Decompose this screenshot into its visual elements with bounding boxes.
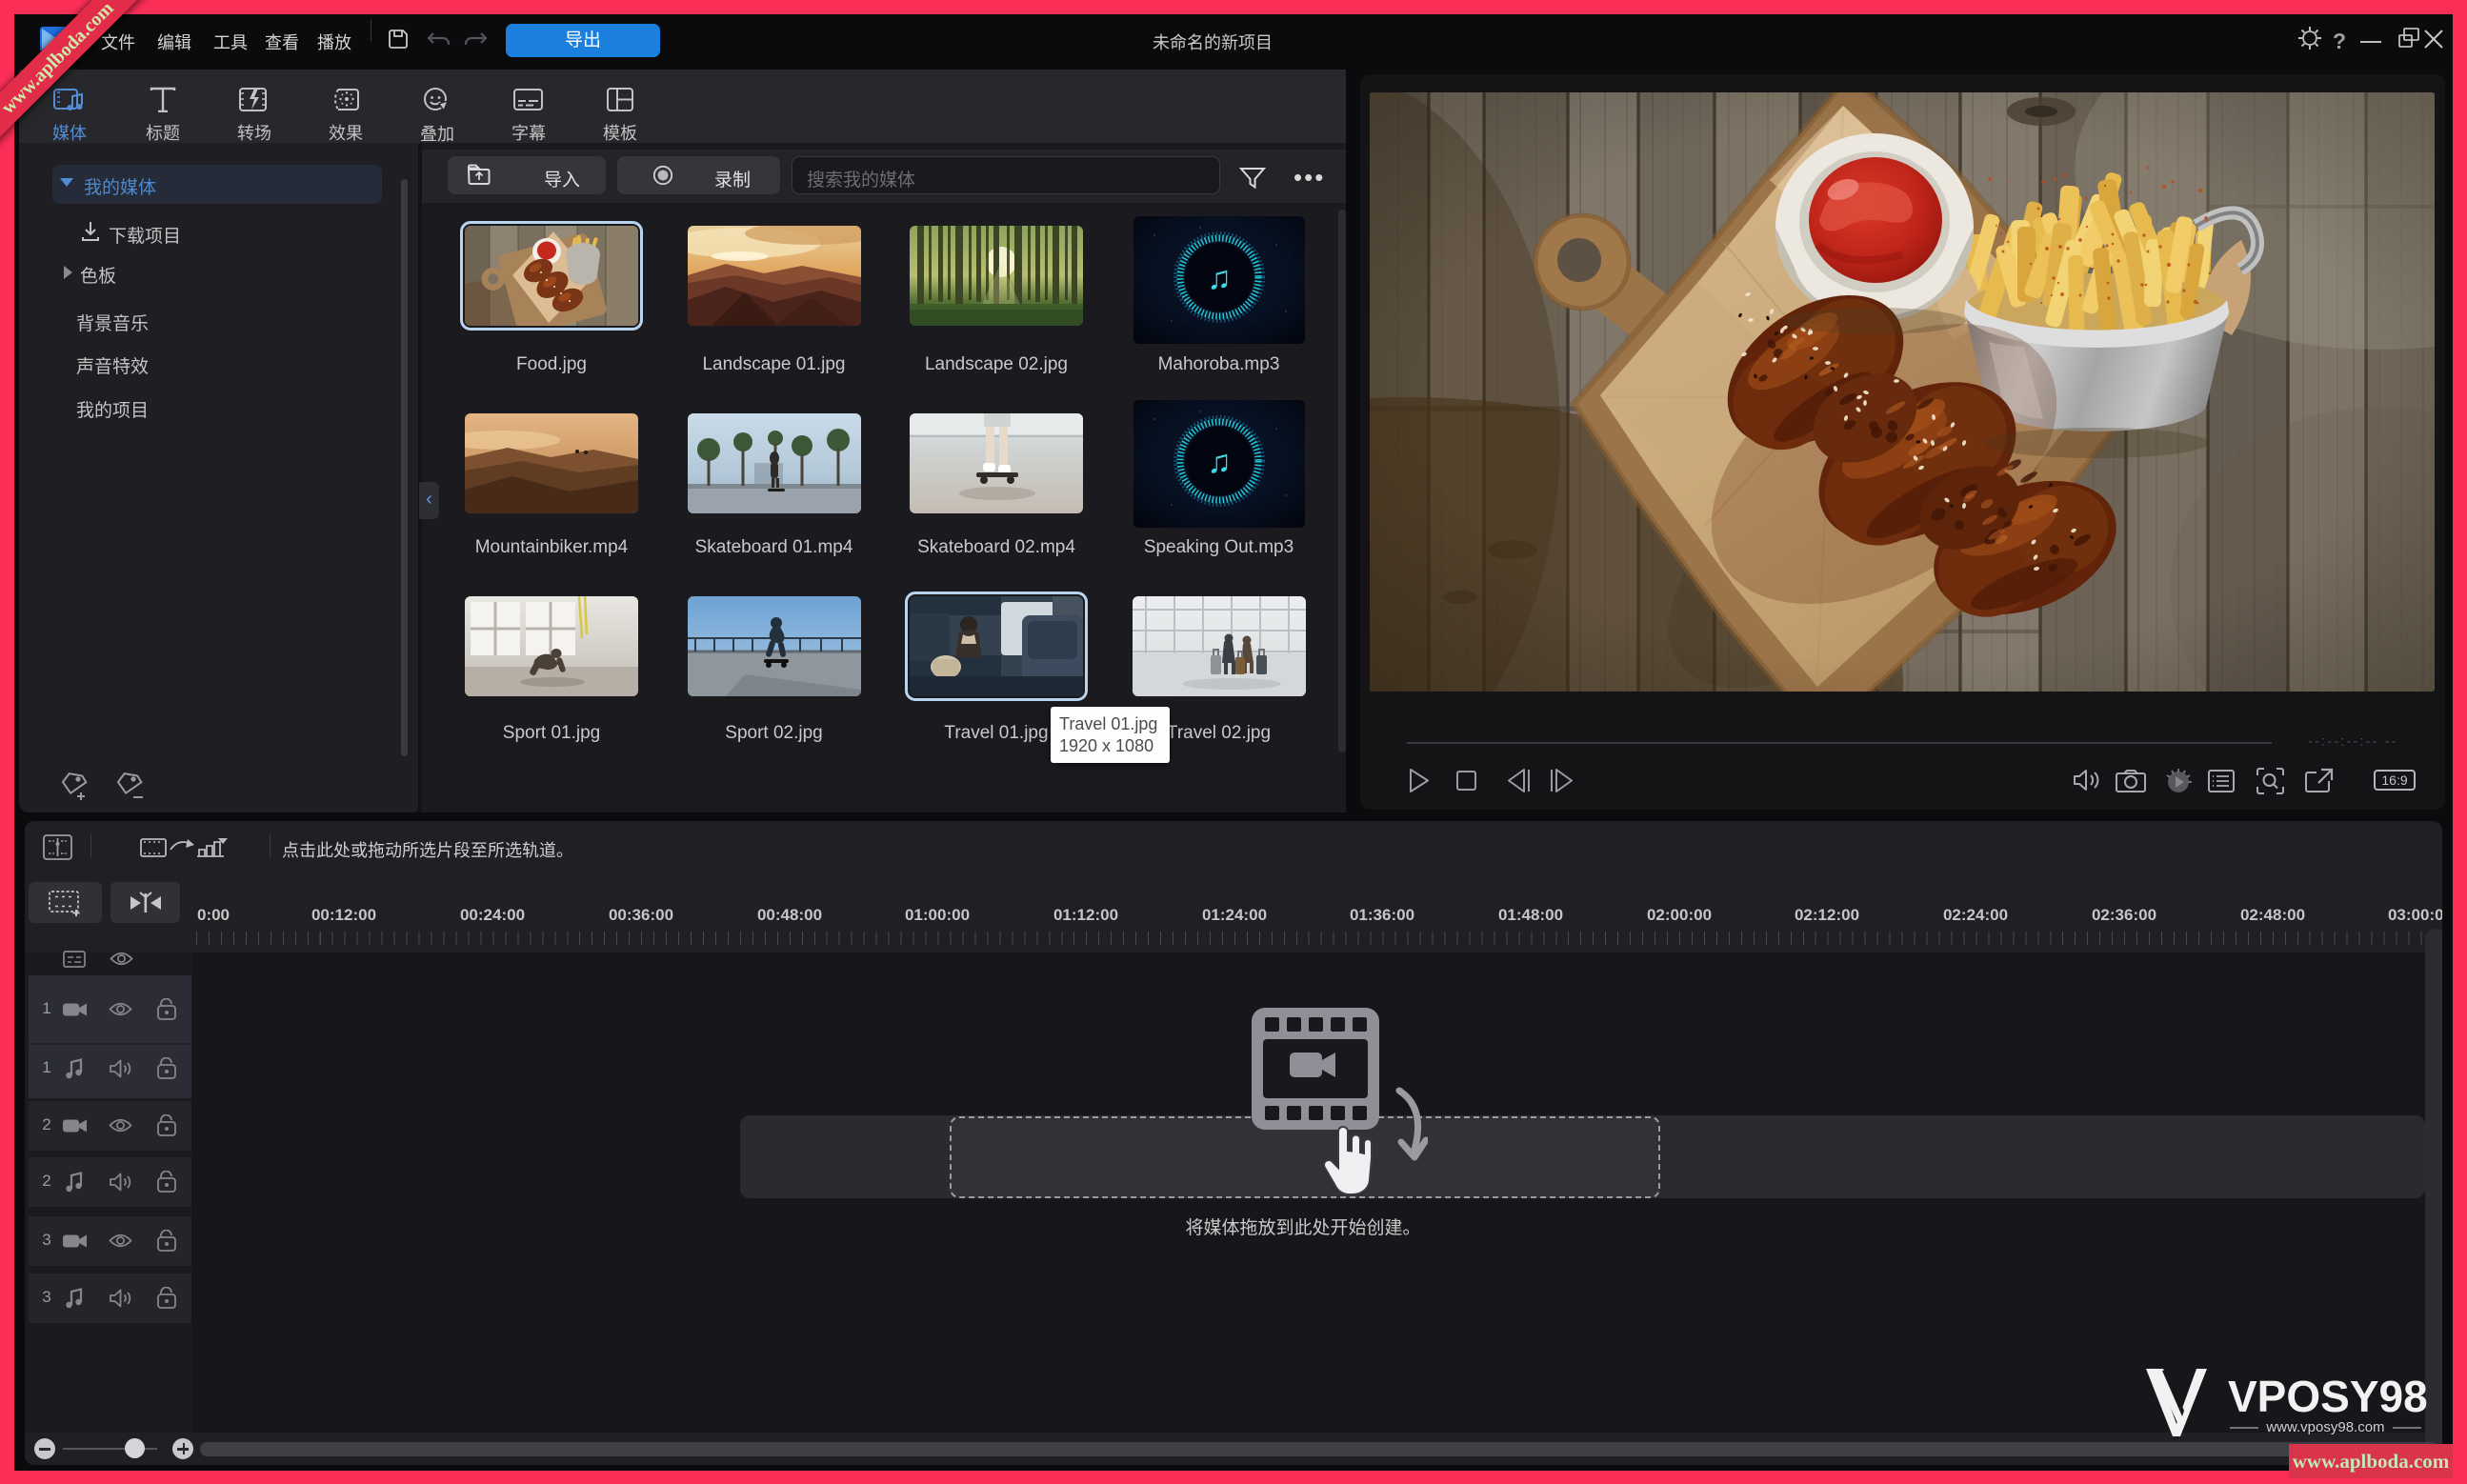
svg-text:♫: ♫	[1207, 444, 1232, 480]
svg-text:♫: ♫	[1207, 260, 1232, 296]
